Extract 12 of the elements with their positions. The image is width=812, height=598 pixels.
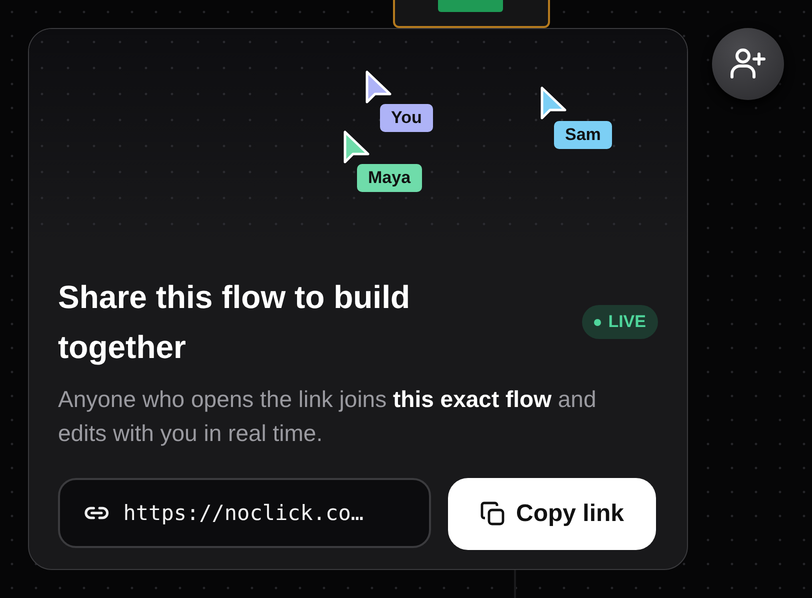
link-icon	[84, 506, 110, 520]
link-field[interactable]: https://noclick.co…	[58, 478, 431, 548]
copy-link-button[interactable]: Copy link	[448, 478, 656, 550]
description-text: Anyone who opens the link joins this exact flow and edits with you in real time.	[58, 385, 598, 448]
live-badge: LIVE	[582, 305, 658, 339]
add-user-icon	[730, 48, 766, 80]
copy-icon	[480, 501, 506, 527]
user-name-tag: You	[380, 104, 433, 132]
link-input[interactable]: https://noclick.co…	[123, 501, 405, 525]
user-name-tag: Sam	[554, 121, 612, 149]
user-name-tag: Maya	[357, 164, 422, 192]
dialog-title: Share this flow to build together	[58, 278, 411, 367]
